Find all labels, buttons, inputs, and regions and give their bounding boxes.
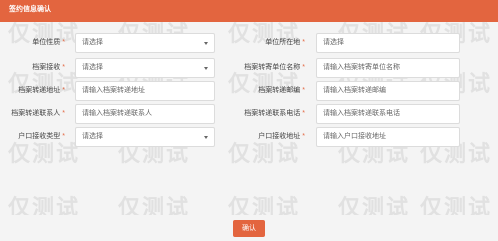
hukou-receive-address-input[interactable]: 请输入户口接收地址 xyxy=(316,127,460,147)
archive-transfer-phone-label: 档案转递联系电话 * xyxy=(244,110,305,117)
hukou-receive-type-select[interactable]: 请选择 xyxy=(75,127,215,147)
archive-transfer-contact-input[interactable]: 请输入档案转递联系人 xyxy=(75,104,215,124)
archive-transfer-postcode-input[interactable]: 请输入档案转递邮编 xyxy=(316,81,460,101)
page-header: 签约信息确认 xyxy=(0,0,498,22)
archive-receive-select[interactable]: 请选择 xyxy=(75,58,215,78)
unit-location-select[interactable]: 请选择 xyxy=(316,33,460,53)
unit-type-select[interactable]: 请选择 xyxy=(75,33,215,53)
archive-transfer-contact-label: 档案转递联系人 * xyxy=(11,110,65,117)
archive-transfer-unit-label: 档案转寄单位名称 * xyxy=(244,64,305,71)
archive-transfer-address-input[interactable]: 请输入档案转递地址 xyxy=(75,81,215,101)
chevron-down-icon xyxy=(204,136,208,139)
page-title: 签约信息确认 xyxy=(9,6,51,13)
archive-receive-label: 档案接收 * xyxy=(32,64,65,71)
watermark: 仅测试 xyxy=(8,141,81,166)
hukou-receive-type-label: 户口接收类型 * xyxy=(18,133,65,140)
archive-transfer-phone-input[interactable]: 请输入档案转递联系电话 xyxy=(316,104,460,124)
unit-type-label: 单位性质 * xyxy=(32,39,65,46)
chevron-down-icon xyxy=(204,67,208,70)
archive-transfer-address-label: 档案转递地址 * xyxy=(18,87,65,94)
unit-location-label: 单位所在地 * xyxy=(265,39,305,46)
watermark: 仅测试 xyxy=(228,141,301,166)
hukou-receive-address-label: 户口接收地址 * xyxy=(258,133,305,140)
archive-transfer-postcode-label: 档案转递邮编 * xyxy=(258,87,305,94)
archive-transfer-unit-input[interactable]: 请输入档案转寄单位名称 xyxy=(316,58,460,78)
chevron-down-icon xyxy=(204,42,208,45)
confirm-button[interactable]: 确认 xyxy=(233,220,265,237)
